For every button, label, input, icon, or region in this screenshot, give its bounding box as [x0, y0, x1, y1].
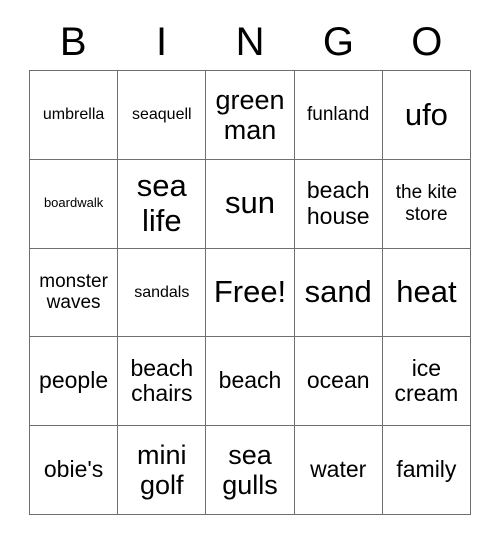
bingo-cell-label: funland — [307, 104, 370, 126]
bingo-cell-b2[interactable]: boardwalk — [30, 159, 119, 249]
bingo-cell-b5[interactable]: obie's — [30, 426, 119, 515]
bingo-cell-o2[interactable]: the kite store — [382, 159, 471, 249]
bingo-cell-b4[interactable]: people — [30, 337, 119, 427]
bingo-cell-label: sea life — [136, 167, 187, 238]
bingo-cell-g1[interactable]: funland — [294, 71, 383, 160]
bingo-cell-i4[interactable]: beach chairs — [118, 337, 207, 427]
bingo-cell-g5[interactable]: water — [294, 426, 383, 515]
bingo-cell-o4[interactable]: ice cream — [382, 337, 471, 427]
bingo-cell-i5[interactable]: mini golf — [118, 426, 207, 515]
bingo-cell-label: ufo — [404, 96, 448, 132]
bingo-cell-o3[interactable]: heat — [382, 248, 471, 338]
bingo-cell-label: seaquell — [131, 105, 192, 123]
bingo-cell-n2[interactable]: sun — [206, 159, 295, 249]
bingo-cell-n1[interactable]: green man — [206, 71, 295, 160]
bingo-cell-b3[interactable]: monster waves — [30, 248, 119, 338]
bingo-cell-label: Free! — [213, 274, 287, 310]
bingo-cell-label: boardwalk — [43, 195, 104, 211]
bingo-cell-label: water — [310, 456, 367, 483]
header-letter-n: N — [235, 20, 265, 64]
bingo-cell-label: heat — [396, 274, 457, 310]
bingo-cell-i3[interactable]: sandals — [118, 248, 207, 338]
header-letter-i: I — [156, 20, 168, 64]
bingo-cell-label: sun — [225, 185, 275, 221]
bingo-cell-g4[interactable]: ocean — [294, 337, 383, 427]
bingo-cell-label: family — [396, 456, 457, 483]
bingo-cell-label: obie's — [43, 456, 104, 483]
bingo-grid: umbrella seaquell green man funland ufo … — [29, 70, 471, 515]
bingo-cell-label: sea gulls — [222, 439, 278, 501]
bingo-cell-label: green man — [215, 84, 285, 145]
bingo-cell-o5[interactable]: family — [382, 426, 471, 515]
bingo-cell-label: beach — [218, 367, 282, 394]
bingo-cell-label: ocean — [306, 367, 370, 394]
bingo-cell-label: people — [39, 367, 109, 394]
bingo-cell-n5[interactable]: sea gulls — [206, 426, 295, 515]
bingo-cell-o1[interactable]: ufo — [382, 71, 471, 160]
bingo-cell-b1[interactable]: umbrella — [30, 71, 119, 160]
header-letter-o: O — [411, 20, 443, 64]
bingo-header: B I N G O — [29, 14, 471, 70]
bingo-cell-label: the kite store — [395, 182, 458, 225]
header-letter-g: G — [322, 20, 354, 64]
bingo-cell-g3[interactable]: sand — [294, 248, 383, 338]
bingo-cell-label: sand — [304, 274, 372, 310]
bingo-cell-label: monster waves — [39, 271, 108, 314]
bingo-cell-label: mini golf — [137, 439, 187, 501]
bingo-cell-label: sandals — [134, 283, 190, 301]
bingo-cell-i1[interactable]: seaquell — [118, 71, 207, 160]
bingo-cell-label: beach house — [306, 176, 370, 229]
bingo-cell-free-space[interactable]: Free! — [206, 248, 295, 338]
bingo-cell-i2[interactable]: sea life — [118, 159, 207, 249]
bingo-cell-label: beach chairs — [130, 354, 194, 407]
bingo-cell-g2[interactable]: beach house — [294, 159, 383, 249]
header-letter-b: B — [59, 20, 87, 64]
bingo-card: B I N G O umbrella seaquell green man fu… — [0, 0, 500, 544]
bingo-cell-label: umbrella — [42, 105, 105, 123]
bingo-cell-label: ice cream — [394, 354, 459, 407]
bingo-cell-n4[interactable]: beach — [206, 337, 295, 427]
